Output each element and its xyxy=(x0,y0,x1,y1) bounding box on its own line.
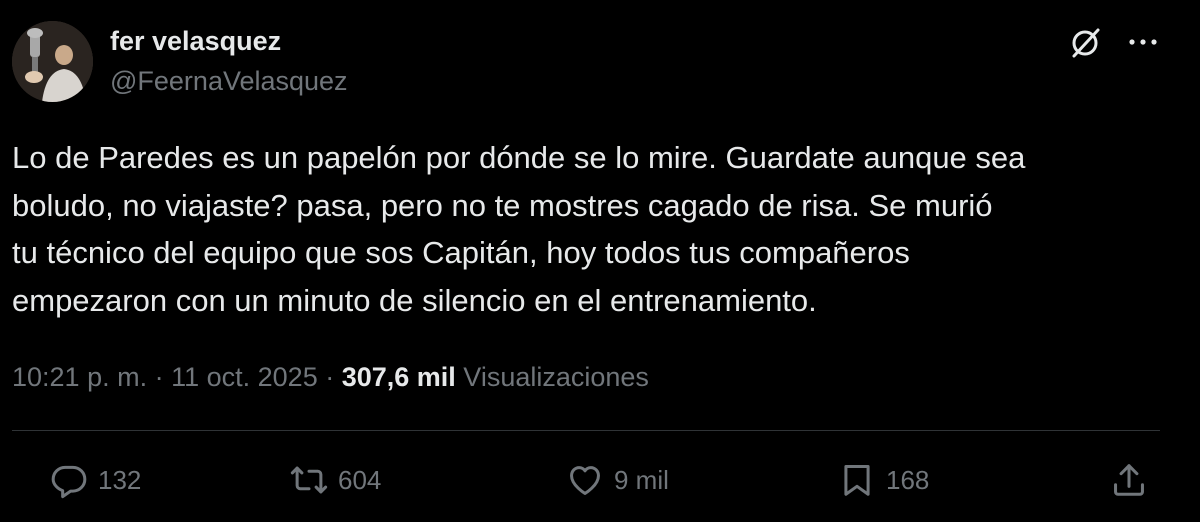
user-avatar[interactable] xyxy=(12,21,93,102)
retweet-button[interactable]: 604 xyxy=(290,458,381,502)
meta-separator: · xyxy=(317,362,342,392)
meta-separator: · xyxy=(147,362,172,392)
heart-icon xyxy=(570,466,600,495)
more-options-icon[interactable] xyxy=(1126,32,1160,52)
author-name[interactable]: fer velasquez xyxy=(110,26,281,57)
bookmark-button[interactable]: 168 xyxy=(838,458,929,502)
like-button[interactable]: 9 mil xyxy=(566,458,669,502)
author-handle[interactable]: @FeernaVelasquez xyxy=(110,66,348,97)
retweet-icon xyxy=(290,466,328,494)
reply-icon xyxy=(51,465,87,499)
tweet-text-line: empezaron con un minuto de silencio en e… xyxy=(12,282,817,318)
bookmark-icon xyxy=(844,465,870,496)
tweet-text: Lo de Paredes es un papelón por dónde se… xyxy=(12,134,1182,324)
views-label: Visualizaciones xyxy=(455,362,649,392)
share-button[interactable] xyxy=(1110,458,1148,502)
tweet-text-line: tu técnico del equipo que sos Capitán, h… xyxy=(12,235,910,270)
retweet-count: 604 xyxy=(338,464,382,495)
tweet-card: fer velasquez @FeernaVelasquez Lo de Par… xyxy=(0,0,1200,522)
reply-count: 132 xyxy=(98,464,142,495)
views-count[interactable]: 307,6 mil xyxy=(342,362,456,392)
share-icon xyxy=(1114,464,1144,496)
bookmark-count: 168 xyxy=(886,464,930,495)
avatar-photo-icon xyxy=(12,21,93,102)
tweet-meta: 10:21 p. m. · 11 oct. 2025 · 307,6 mil V… xyxy=(12,362,649,393)
tweet-text-line: boludo, no viajaste? pasa, pero no te mo… xyxy=(12,187,993,223)
tweet-time[interactable]: 10:21 p. m. xyxy=(12,362,147,392)
reply-button[interactable]: 132 xyxy=(50,458,141,502)
divider xyxy=(12,430,1160,431)
grok-icon[interactable] xyxy=(1068,26,1102,60)
tweet-date[interactable]: 11 oct. 2025 xyxy=(171,362,318,392)
like-count: 9 mil xyxy=(614,464,669,495)
tweet-text-line: Lo de Paredes es un papelón por dónde se… xyxy=(12,140,1026,175)
